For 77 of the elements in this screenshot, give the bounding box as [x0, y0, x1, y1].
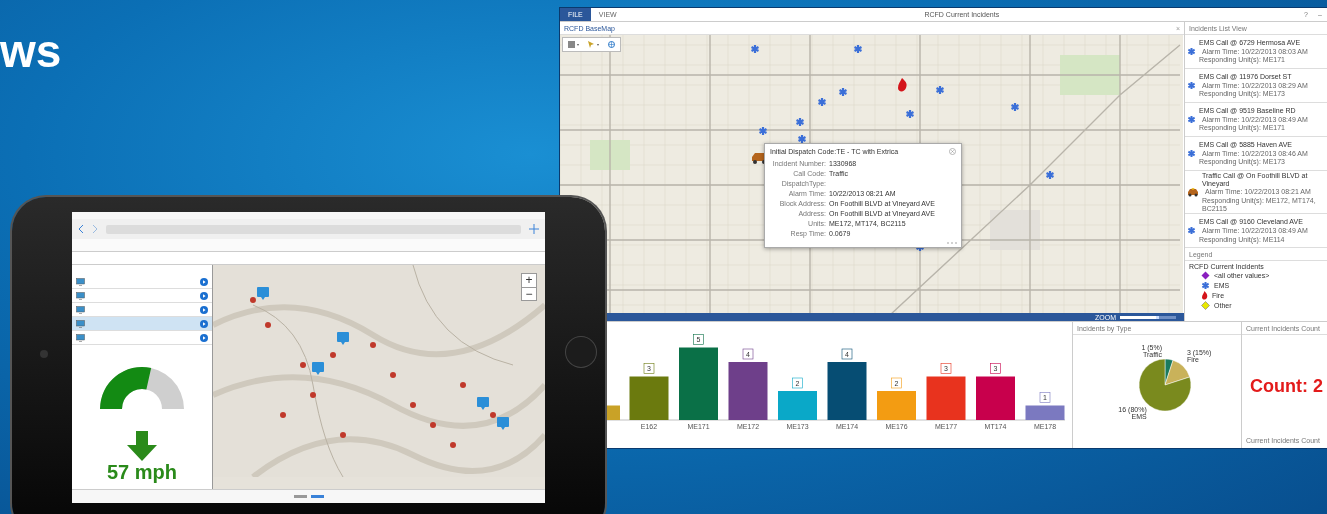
- play-icon[interactable]: [200, 319, 208, 328]
- flame-icon: [1201, 291, 1208, 301]
- basemap-icon[interactable]: [568, 41, 580, 48]
- incident-marker: [265, 322, 271, 328]
- asterisk-icon: [750, 43, 760, 55]
- list-item[interactable]: [72, 317, 212, 331]
- incident-marker: [280, 412, 286, 418]
- pointer-icon[interactable]: [588, 41, 600, 48]
- bar: [976, 376, 1015, 420]
- list-item[interactable]: [72, 289, 212, 303]
- back-icon[interactable]: [78, 224, 84, 234]
- incident-marker: [340, 432, 346, 438]
- incident-marker: [370, 342, 376, 348]
- slide-heading: ws: [0, 28, 62, 74]
- asterisk-icon: [1201, 281, 1210, 291]
- car-crash-icon: [1187, 187, 1199, 198]
- pin-icon: [337, 332, 349, 345]
- zoom-slider[interactable]: [1120, 315, 1160, 319]
- monitor-icon: [76, 277, 85, 286]
- asterisk-icon: [797, 133, 807, 145]
- pin-icon: [312, 362, 324, 375]
- incident-marker: [390, 372, 396, 378]
- incident-marker: [460, 382, 466, 388]
- down-arrow-icon: [127, 431, 157, 461]
- asterisk-icon: [1187, 81, 1196, 90]
- bar: [1025, 405, 1065, 420]
- asterisk-icon: [795, 116, 805, 128]
- play-icon[interactable]: [200, 291, 208, 300]
- globe-icon[interactable]: [608, 41, 615, 48]
- plus-icon[interactable]: [529, 224, 539, 234]
- monitor-icon: [76, 291, 85, 300]
- diamond-icon: [1201, 301, 1210, 311]
- asterisk-icon: [853, 43, 863, 55]
- speed-reading: 57 mph: [106, 461, 178, 484]
- asterisk-icon: [1187, 226, 1196, 236]
- asterisk-icon: [935, 84, 945, 96]
- count-value: Count: 2: [1249, 374, 1324, 398]
- bar: [728, 362, 768, 420]
- play-icon[interactable]: [200, 305, 208, 314]
- play-icon[interactable]: [200, 277, 208, 286]
- bar: [827, 362, 867, 420]
- bar: [629, 376, 669, 420]
- zoom-button[interactable]: +: [522, 274, 536, 287]
- pin-icon: [497, 417, 509, 430]
- asterisk-icon: [1187, 115, 1196, 124]
- incident-marker: [450, 442, 456, 448]
- incident-marker: [250, 297, 256, 303]
- asterisk-icon: [905, 108, 915, 120]
- asterisk-icon: [1187, 47, 1196, 56]
- incident-marker: [410, 402, 416, 408]
- list-item[interactable]: [72, 331, 212, 345]
- incident-marker: [490, 412, 496, 418]
- flame-icon: [898, 78, 907, 92]
- asterisk-icon: [1045, 169, 1055, 181]
- incident-marker: [300, 362, 306, 368]
- bar: [778, 391, 817, 420]
- monitor-icon: [76, 319, 85, 328]
- asterisk-icon: [758, 125, 768, 137]
- monitor-icon: [76, 333, 85, 342]
- asterisk-icon: [838, 86, 848, 98]
- camera-dot: [40, 350, 48, 358]
- incident-marker: [430, 422, 436, 428]
- pin-icon: [477, 397, 489, 410]
- asterisk-icon: [1187, 149, 1196, 158]
- incident-marker: [330, 352, 336, 358]
- play-icon[interactable]: [200, 333, 208, 342]
- pin-icon: [257, 287, 269, 300]
- diamond-icon: [1201, 271, 1210, 281]
- asterisk-icon: [817, 96, 827, 108]
- bar: [877, 391, 916, 420]
- bar: [926, 376, 966, 420]
- list-item[interactable]: [72, 275, 212, 289]
- zoom-button[interactable]: −: [522, 287, 536, 300]
- monitor-icon: [76, 305, 85, 314]
- incident-marker: [310, 392, 316, 398]
- page-indicator-icon[interactable]: [293, 495, 324, 498]
- asterisk-icon: [1010, 101, 1020, 113]
